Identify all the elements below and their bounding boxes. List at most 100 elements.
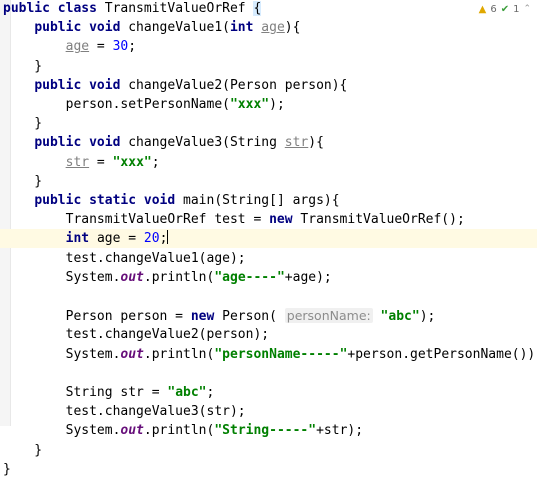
code-text: } — [3, 441, 42, 460]
weak-warning-icon: ✔ — [500, 3, 510, 15]
code-token: 30 — [112, 39, 129, 55]
code-token: +age); — [284, 269, 332, 285]
code-token: = — [89, 39, 113, 55]
code-token: "age----" — [214, 269, 285, 285]
code-line[interactable]: public static void main(String[] args){ — [0, 191, 537, 210]
code-line[interactable]: TransmitValueOrRef test = new TransmitVa… — [0, 210, 537, 229]
code-token: ; — [159, 231, 168, 247]
code-token: +person.getPersonName()); — [347, 346, 537, 362]
code-token: changeValue1( — [128, 20, 230, 36]
code-token: test.changeValue2(person); — [3, 327, 270, 343]
code-line[interactable]: public void changeValue2(Person person){ — [0, 76, 537, 95]
code-token: age — [261, 20, 285, 36]
code-token: { — [253, 1, 262, 16]
code-token: public void — [34, 20, 129, 36]
code-token: TransmitValueOrRef(); — [300, 212, 465, 228]
code-token: int — [229, 20, 262, 36]
parameter-hint: personName: — [284, 308, 373, 324]
code-line[interactable]: test.changeValue2(person); — [0, 325, 537, 344]
code-token: ){ — [308, 135, 324, 151]
code-line[interactable]: Person person = new Person( personName: … — [0, 306, 537, 325]
code-line[interactable]: } — [0, 460, 537, 479]
code-token: } — [3, 173, 43, 189]
code-text: System.out.println("String-----"+str); — [3, 421, 363, 440]
code-text: public class TransmitValueOrRef { — [3, 0, 262, 18]
code-text: age = 30; — [3, 37, 136, 56]
code-token: Person( — [222, 309, 285, 325]
code-token: public static void — [34, 193, 184, 208]
code-token: changeValue3(String — [128, 135, 285, 151]
code-line[interactable]: System.out.println("personName-----"+per… — [0, 345, 537, 364]
code-token: changeValue2(Person person){ — [128, 77, 348, 93]
code-token: ; — [128, 39, 137, 55]
code-token: public void — [34, 77, 129, 93]
code-token: new — [190, 309, 223, 325]
code-token: TransmitValueOrRef — [104, 1, 254, 16]
code-line[interactable]: public void changeValue1(int age){ — [0, 18, 537, 37]
weak-warning-count: 1 — [513, 3, 520, 15]
inspection-widget[interactable]: ▲ 6 ✔ 1 ⌃ — [479, 2, 531, 16]
code-token: public void — [34, 135, 129, 151]
code-token: ); — [419, 309, 436, 325]
code-token: age = — [96, 231, 144, 247]
code-line[interactable]: test.changeValue3(str); — [0, 402, 537, 421]
code-token: age — [65, 39, 90, 55]
code-line[interactable]: public void changeValue3(String str){ — [0, 133, 537, 152]
code-line[interactable]: } — [0, 57, 537, 76]
code-line[interactable] — [0, 364, 537, 383]
code-token: .println( — [143, 346, 215, 362]
code-token: System. — [3, 269, 121, 285]
code-token: ); — [269, 97, 285, 112]
code-text: } — [3, 172, 42, 191]
code-editor[interactable]: public class TransmitValueOrRef { public… — [0, 0, 537, 477]
code-token: test.changeValue1(age); — [3, 250, 246, 266]
code-line[interactable]: String str = "abc"; — [0, 383, 537, 402]
code-line[interactable]: } — [0, 114, 537, 133]
code-text: Person person = new Person( personName: … — [3, 306, 435, 326]
code-token: new — [269, 212, 301, 228]
code-token: String str = — [3, 385, 168, 400]
code-text: int age = 20; — [3, 229, 169, 248]
code-line[interactable]: int age = 20; — [0, 229, 537, 249]
code-text: TransmitValueOrRef test = new TransmitVa… — [3, 210, 465, 229]
code-text: } — [3, 114, 42, 133]
code-text: } — [3, 460, 11, 479]
code-line[interactable]: } — [0, 441, 537, 460]
code-line[interactable]: } — [0, 172, 537, 191]
code-token: = — [89, 154, 113, 170]
code-token: "xxx" — [112, 154, 152, 170]
code-token: out — [120, 269, 144, 285]
code-line[interactable]: person.setPersonName("xxx"); — [0, 95, 537, 114]
warning-icon: ▲ — [478, 3, 487, 15]
code-token: TransmitValueOrRef test = — [3, 212, 270, 228]
code-line[interactable]: System.out.println("String-----"+str); — [0, 421, 537, 440]
chevron-up-icon[interactable]: ⌃ — [523, 4, 531, 14]
code-line[interactable]: public class TransmitValueOrRef { — [0, 0, 537, 18]
code-line[interactable]: age = 30; — [0, 37, 537, 56]
code-line[interactable]: System.out.println("age----"+age); — [0, 268, 537, 287]
code-token: int — [65, 231, 97, 247]
code-token: } — [3, 58, 43, 74]
code-line[interactable]: test.changeValue1(age); — [0, 249, 537, 268]
code-token: public class — [3, 1, 105, 16]
code-token: "xxx" — [229, 97, 270, 112]
code-text: test.changeValue3(str); — [3, 402, 246, 421]
code-text: person.setPersonName("xxx"); — [3, 95, 285, 114]
code-line[interactable] — [0, 287, 537, 306]
code-token: test.changeValue3(str); — [3, 404, 246, 420]
code-token: ; — [206, 385, 215, 400]
code-token: "personName-----" — [214, 346, 348, 362]
code-token: Person person = — [3, 309, 191, 325]
code-token: "abc" — [167, 385, 207, 400]
code-text: public static void main(String[] args){ — [3, 191, 339, 210]
code-line[interactable]: str = "xxx"; — [0, 153, 537, 172]
code-token: } — [3, 461, 11, 477]
